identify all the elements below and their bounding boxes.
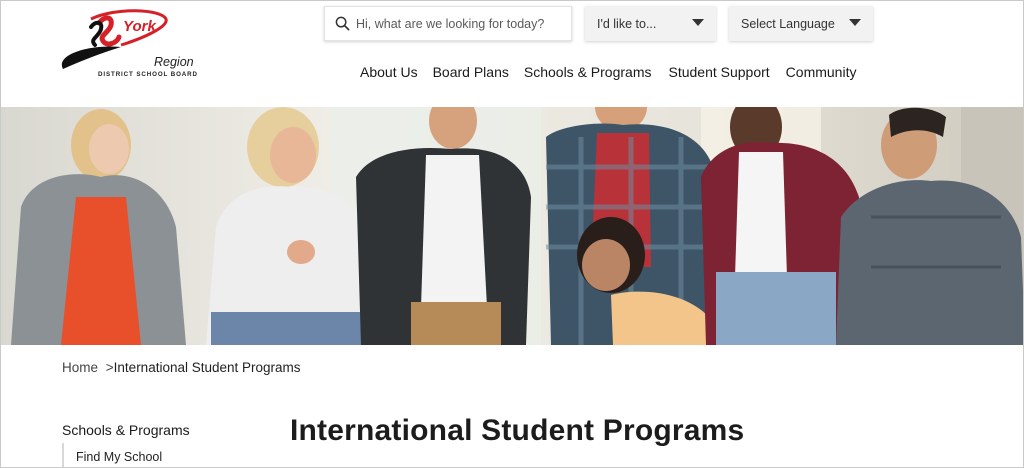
caret-down-icon [692, 19, 704, 26]
search-input[interactable] [356, 16, 556, 31]
nav-board-plans[interactable]: Board Plans [433, 64, 509, 80]
logo-subtitle: DISTRICT SCHOOL BOARD [98, 71, 198, 78]
search-box[interactable] [324, 6, 572, 41]
search-icon[interactable] [335, 16, 350, 31]
id-like-to-label: I'd like to... [597, 16, 657, 31]
nav-about-us[interactable]: About Us [360, 64, 418, 80]
language-dropdown[interactable]: Select Language [729, 6, 873, 41]
nav-community[interactable]: Community [786, 64, 857, 80]
id-like-to-dropdown[interactable]: I'd like to... [585, 6, 716, 41]
breadcrumb: Home >International Student Programs [62, 360, 301, 375]
breadcrumb-separator: > [105, 360, 114, 375]
nav-student-support[interactable]: Student Support [668, 64, 769, 80]
page-title: International Student Programs [290, 414, 745, 447]
language-label: Select Language [741, 16, 835, 31]
nav-schools-programs[interactable]: Schools & Programs [524, 64, 652, 80]
caret-down-icon [849, 19, 861, 26]
main-nav: About Us Board Plans Schools & Programs … [360, 64, 856, 80]
sidebar-list: Find My School [62, 443, 162, 467]
ydsb-logo[interactable]: York Region DISTRICT SCHOOL BOARD [61, 9, 211, 85]
page-frame: York Region DISTRICT SCHOOL BOARD I'd li… [0, 0, 1024, 468]
breadcrumb-home-link[interactable]: Home [62, 360, 98, 375]
students-photo [1, 107, 1023, 345]
breadcrumb-current: International Student Programs [113, 360, 301, 375]
logo-text-region: Region [154, 55, 194, 69]
logo-text-york: York [123, 18, 156, 35]
sidebar-item-find-my-school[interactable]: Find My School [76, 443, 162, 464]
sidebar-title[interactable]: Schools & Programs [62, 422, 190, 438]
hero-image [1, 107, 1023, 345]
